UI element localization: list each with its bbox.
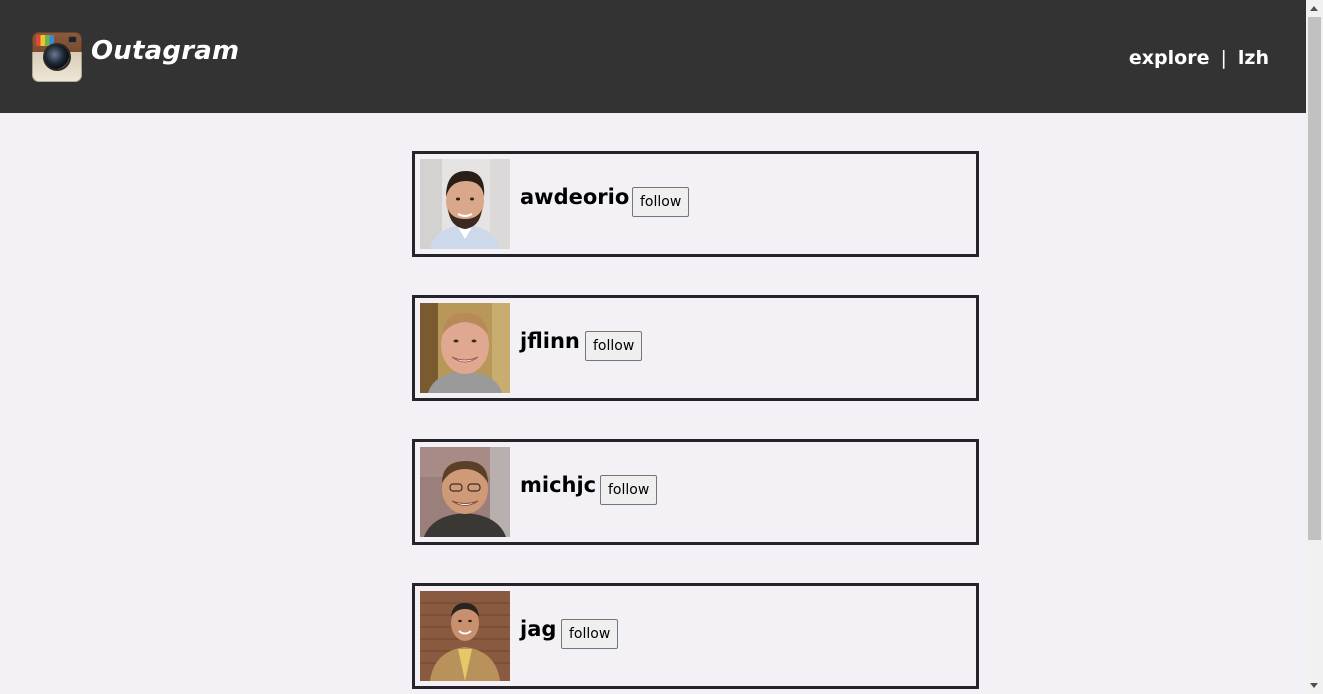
vertical-scrollbar[interactable]: [1306, 0, 1323, 694]
scroll-up-arrow-icon[interactable]: [1310, 6, 1318, 11]
follow-button[interactable]: follow: [585, 331, 643, 361]
avatar[interactable]: [420, 591, 510, 681]
user-card: michjc follow: [412, 439, 979, 545]
follow-button[interactable]: follow: [600, 475, 658, 505]
nav-separator: |: [1220, 47, 1227, 69]
top-nav: explore | lzh: [1129, 47, 1269, 69]
brand-title[interactable]: Outagram: [91, 36, 239, 66]
user-card: jag follow: [412, 583, 979, 689]
username[interactable]: jflinn: [520, 329, 580, 353]
scroll-down-arrow-icon[interactable]: [1310, 683, 1318, 688]
avatar[interactable]: [420, 303, 510, 393]
user-card: awdeorio follow: [412, 151, 979, 257]
scrollbar-thumb[interactable]: [1308, 17, 1321, 540]
user-profile-link[interactable]: lzh: [1238, 47, 1269, 69]
explore-link[interactable]: explore: [1129, 47, 1210, 69]
avatar[interactable]: [420, 159, 510, 249]
username[interactable]: awdeorio: [520, 185, 629, 209]
follow-button[interactable]: follow: [632, 187, 690, 217]
instagram-camera-icon[interactable]: [32, 32, 82, 82]
username[interactable]: jag: [520, 617, 556, 641]
page: Outagram explore | lzh awdeorio follow j…: [0, 0, 1306, 694]
follow-button[interactable]: follow: [561, 619, 619, 649]
user-card: jflinn follow: [412, 295, 979, 401]
top-bar: Outagram explore | lzh: [0, 0, 1306, 113]
username[interactable]: michjc: [520, 473, 596, 497]
avatar[interactable]: [420, 447, 510, 537]
